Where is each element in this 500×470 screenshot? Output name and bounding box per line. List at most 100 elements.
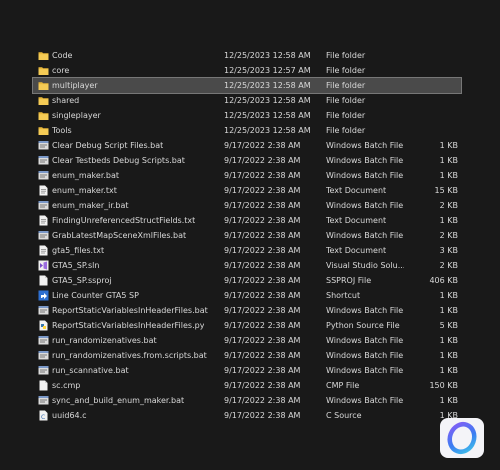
generic-file-icon: [38, 380, 49, 391]
file-row[interactable]: GrabLatestMapSceneXmlFiles.bat 9/17/2022 …: [33, 228, 461, 243]
file-name: enum_maker_ir.bat: [52, 201, 129, 210]
file-name: Tools: [52, 126, 72, 135]
file-size: 1 KB: [439, 141, 458, 150]
file-type: File folder: [326, 51, 366, 60]
file-size: 2 KB: [439, 261, 458, 270]
date-modified: 9/17/2022 2:38 AM: [224, 381, 301, 390]
text-file-icon: [38, 245, 49, 256]
date-modified: 9/17/2022 2:38 AM: [224, 231, 301, 240]
date-modified: 9/17/2022 2:38 AM: [224, 261, 301, 270]
file-row[interactable]: run_randomizenatives.from.scripts.bat 9/1…: [33, 348, 461, 363]
file-name: sc.cmp: [52, 381, 81, 390]
file-row[interactable]: ReportStaticVariablesInHeaderFiles.py 9/1…: [33, 318, 461, 333]
file-type: Windows Batch File: [326, 171, 404, 180]
file-row[interactable]: Clear Debug Script Files.bat 9/17/2022 2:…: [33, 138, 461, 153]
file-size: 1 KB: [439, 366, 458, 375]
file-size: 15 KB: [434, 186, 458, 195]
generic-file-icon: [38, 275, 49, 286]
file-size: 3 KB: [439, 246, 458, 255]
batch-file-icon: [38, 305, 49, 316]
folder-row[interactable]: multiplayer 12/25/2023 12:58 AM File folde…: [32, 77, 462, 94]
file-type: Windows Batch File: [326, 306, 404, 315]
file-name: GTA5_SP.sln: [52, 261, 100, 270]
text-file-icon: [38, 215, 49, 226]
file-row[interactable]: sync_and_build_enum_maker.bat 9/17/2022 2…: [33, 393, 461, 408]
batch-file-icon: [38, 170, 49, 181]
file-size: 2 KB: [439, 201, 458, 210]
folder-icon: [38, 125, 49, 136]
file-name: gta5_files.txt: [52, 246, 105, 255]
file-name: Code: [52, 51, 73, 60]
file-name: run_scannative.bat: [52, 366, 129, 375]
batch-file-icon: [38, 230, 49, 241]
date-modified: 9/17/2022 2:38 AM: [224, 351, 301, 360]
file-type: Text Document: [326, 246, 387, 255]
file-row[interactable]: FindingUnreferencedStructFields.txt 9/17/…: [33, 213, 461, 228]
date-modified: 9/17/2022 2:38 AM: [224, 216, 301, 225]
file-name: shared: [52, 96, 80, 105]
app-logo-icon: [440, 418, 484, 458]
file-row[interactable]: Cuuid64.c 9/17/2022 2:38 AM C Source 1 KB: [33, 408, 461, 423]
c-source-file-icon: C: [38, 410, 49, 421]
file-name: Clear Debug Script Files.bat: [52, 141, 164, 150]
date-modified: 12/25/2023 12:58 AM: [224, 51, 311, 60]
text-file-icon: [38, 185, 49, 196]
file-name: GTA5_SP.ssproj: [52, 276, 112, 285]
file-row[interactable]: run_scannative.bat 9/17/2022 2:38 AM Windo…: [33, 363, 461, 378]
file-type: File folder: [326, 81, 366, 90]
file-row[interactable]: sc.cmp 9/17/2022 2:38 AM CMP File 150 KB: [33, 378, 461, 393]
batch-file-icon: [38, 200, 49, 211]
folder-row[interactable]: Tools 12/25/2023 12:58 AM File folder: [33, 123, 461, 138]
folder-icon: [38, 50, 49, 61]
file-type: Windows Batch File: [326, 156, 404, 165]
batch-file-icon: [38, 350, 49, 361]
batch-file-icon: [38, 395, 49, 406]
file-row[interactable]: Line Counter GTA5 SP 9/17/2022 2:38 AM Sho…: [33, 288, 461, 303]
date-modified: 12/25/2023 12:58 AM: [224, 111, 311, 120]
file-row[interactable]: enum_maker.bat 9/17/2022 2:38 AM Windows B…: [33, 168, 461, 183]
folder-icon: [38, 65, 49, 76]
file-type: Windows Batch File: [326, 201, 404, 210]
folder-icon: [38, 80, 49, 91]
date-modified: 9/17/2022 2:38 AM: [224, 336, 301, 345]
file-row[interactable]: GTA5_SP.sln 9/17/2022 2:38 AM Visual Studi…: [33, 258, 461, 273]
file-type: C Source: [326, 411, 362, 420]
file-row[interactable]: enum_maker_ir.bat 9/17/2022 2:38 AM Window…: [33, 198, 461, 213]
file-type: Windows Batch File: [326, 351, 404, 360]
visual-studio-solution-icon: [38, 260, 49, 271]
date-modified: 9/17/2022 2:38 AM: [224, 141, 301, 150]
folder-row[interactable]: shared 12/25/2023 12:58 AM File folder: [33, 93, 461, 108]
file-size: 1 KB: [439, 336, 458, 345]
file-row[interactable]: gta5_files.txt 9/17/2022 2:38 AM Text Docu…: [33, 243, 461, 258]
file-name: Line Counter GTA5 SP: [52, 291, 139, 300]
file-name: uuid64.c: [52, 411, 87, 420]
file-type: Text Document: [326, 186, 387, 195]
file-size: 5 KB: [439, 321, 458, 330]
file-size: 406 KB: [429, 276, 458, 285]
folder-row[interactable]: singleplayer 12/25/2023 12:58 AM File fold…: [33, 108, 461, 123]
file-name: core: [52, 66, 70, 75]
folder-row[interactable]: Code 12/25/2023 12:58 AM File folder: [33, 48, 461, 63]
file-row[interactable]: ReportStaticVariablesInHeaderFiles.bat 9/…: [33, 303, 461, 318]
file-row[interactable]: GTA5_SP.ssproj 9/17/2022 2:38 AM SSPROJ Fi…: [33, 273, 461, 288]
file-row[interactable]: Clear Testbeds Debug Scripts.bat 9/17/202…: [33, 153, 461, 168]
python-file-icon: [38, 320, 49, 331]
date-modified: 12/25/2023 12:58 AM: [224, 126, 311, 135]
file-name: enum_maker.txt: [52, 186, 117, 195]
file-size: 1 KB: [439, 396, 458, 405]
date-modified: 9/17/2022 2:38 AM: [224, 306, 301, 315]
file-size: 1 KB: [439, 216, 458, 225]
file-row[interactable]: enum_maker.txt 9/17/2022 2:38 AM Text Docu…: [33, 183, 461, 198]
date-modified: 12/25/2023 12:57 AM: [224, 66, 311, 75]
file-name: enum_maker.bat: [52, 171, 120, 180]
file-name: Clear Testbeds Debug Scripts.bat: [52, 156, 185, 165]
batch-file-icon: [38, 155, 49, 166]
date-modified: 9/17/2022 2:38 AM: [224, 291, 301, 300]
batch-file-icon: [38, 365, 49, 376]
folder-row[interactable]: core 12/25/2023 12:57 AM File folder: [33, 63, 461, 78]
file-name: run_randomizenatives.from.scripts.bat: [52, 351, 207, 360]
shortcut-icon: [38, 290, 49, 301]
date-modified: 9/17/2022 2:38 AM: [224, 201, 301, 210]
file-row[interactable]: run_randomizenatives.bat 9/17/2022 2:38 A…: [33, 333, 461, 348]
file-type: Text Document: [326, 216, 387, 225]
